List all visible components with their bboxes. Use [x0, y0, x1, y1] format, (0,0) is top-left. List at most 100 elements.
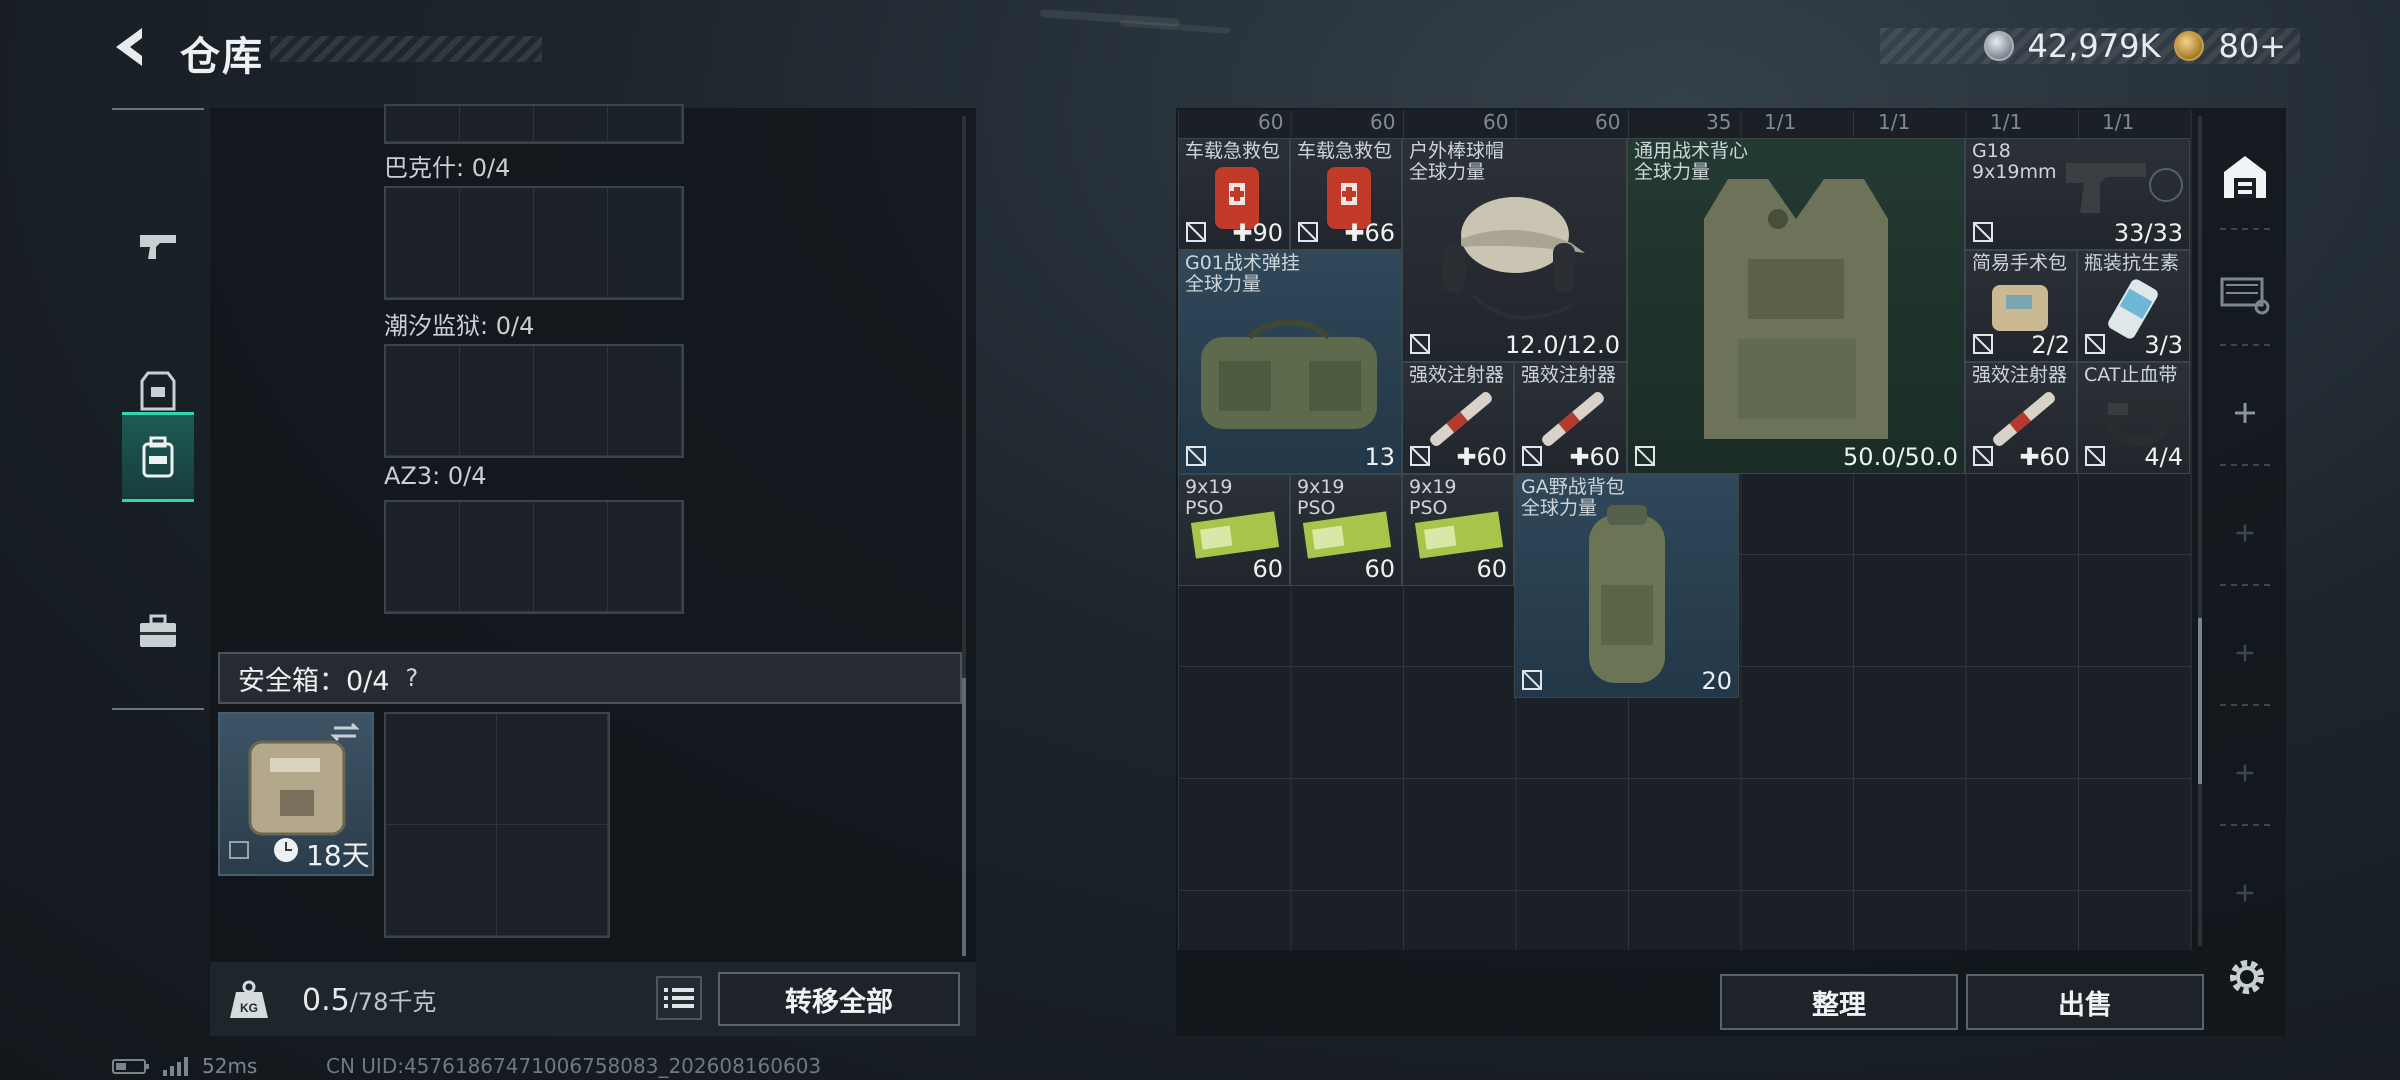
stash-item-firstaid[interactable]: 车载急救包 ✚90: [1178, 138, 1290, 250]
stash-item-antibiotic[interactable]: 瓶装抗生素 3/3: [2077, 250, 2190, 362]
plus-icon: [2235, 403, 2255, 423]
no-sell-icon: [2085, 446, 2105, 466]
weight-value: 0.5/78千克: [302, 982, 436, 1018]
duffel-bag-icon: [1201, 319, 1377, 429]
add-storage-tab[interactable]: [2210, 718, 2280, 828]
item-count: ✚60: [2019, 443, 2070, 471]
stash-item-surgkit[interactable]: 简易手术包 2/2: [1965, 250, 2077, 362]
backpack-icon: [142, 436, 174, 478]
add-storage-tab[interactable]: [2210, 838, 2280, 948]
stash-item-cap[interactable]: 户外棒球帽 全球力量 12.0/12.0: [1402, 138, 1627, 362]
item-count: ✚60: [1456, 443, 1507, 471]
gold-currency-value: 80+: [2218, 27, 2286, 65]
nav-backpack[interactable]: [122, 412, 194, 502]
page-title: 仓库: [180, 34, 264, 80]
title-stripe: [270, 36, 542, 62]
add-storage-tab[interactable]: [2210, 478, 2280, 588]
silver-coin-icon: [1983, 31, 2014, 61]
transfer-all-button[interactable]: 转移全部: [718, 972, 960, 1026]
stash-item-tourniquet[interactable]: CAT止血带 4/4: [2077, 362, 2190, 474]
plus-icon: [2236, 524, 2254, 542]
zone-label: 巴克什: 0/4: [384, 154, 511, 182]
item-count: ✚90: [1232, 219, 1283, 247]
right-panel: 60 60 60 60 35 1/1 1/1 1/1 1/1 车载急救包 ✚90…: [1176, 108, 2286, 1036]
settings-button[interactable]: [2224, 954, 2270, 1000]
stash-item-ammo[interactable]: 9x19 PSO 60: [1178, 474, 1290, 586]
no-sell-icon: [1635, 446, 1655, 466]
gold-coin-icon: [2174, 31, 2205, 61]
list-view-button[interactable]: [656, 976, 702, 1020]
item-count: 50.0/50.0: [1843, 443, 1958, 471]
stash-item-backpack[interactable]: GA野战背包 全球力量 20: [1514, 474, 1739, 698]
help-icon[interactable]: ?: [405, 664, 418, 692]
tab-divider: [2220, 704, 2270, 706]
zone-grid[interactable]: [384, 344, 684, 458]
sort-button[interactable]: 整理: [1720, 974, 1958, 1030]
safe-box-grid[interactable]: [384, 712, 610, 938]
back-button[interactable]: [108, 22, 154, 72]
item-count: 13: [1364, 443, 1395, 471]
top-strip-count: 60: [1370, 110, 1396, 134]
item-count: ✚66: [1344, 219, 1395, 247]
item-count: 60: [1476, 555, 1507, 583]
vest-icon: [140, 371, 176, 411]
zone-grid[interactable]: [384, 186, 684, 300]
no-sell-icon: [1973, 334, 1993, 354]
no-sell-icon: [1522, 446, 1542, 466]
prev-zone-grid[interactable]: [384, 104, 684, 144]
top-strip-count: 1/1: [1878, 110, 1911, 134]
tab-divider: [2220, 464, 2270, 466]
stash-item-ammo[interactable]: 9x19 PSO 60: [1290, 474, 1402, 586]
add-storage-tab[interactable]: [2210, 358, 2280, 468]
left-scroll-thumb[interactable]: [962, 678, 966, 956]
nav-divider: [112, 708, 204, 710]
zone-grid[interactable]: [384, 500, 684, 614]
nav-briefcase[interactable]: [122, 586, 194, 676]
item-count: 4/4: [2144, 443, 2183, 471]
stash-item-ammo[interactable]: 9x19 PSO 60: [1402, 474, 1514, 586]
no-sell-icon: [1186, 446, 1206, 466]
nav-weapons[interactable]: [122, 202, 194, 292]
pistol-icon: [140, 235, 176, 259]
safe-box-timer: 18天: [306, 839, 370, 872]
top-strip-count: 1/1: [2102, 110, 2135, 134]
no-sell-icon: [1973, 446, 1993, 466]
stash-item-firstaid[interactable]: 车载急救包 ✚66: [1290, 138, 1402, 250]
latency-value: 52ms: [202, 1054, 258, 1078]
back-arrow-icon: [116, 28, 142, 66]
zone-label: 潮汐监狱: 0/4: [384, 312, 535, 340]
storage-tab-main[interactable]: [2210, 122, 2280, 232]
weight-max: /78千克: [349, 988, 437, 1016]
add-storage-tab[interactable]: [2210, 598, 2280, 708]
stash-scroll-thumb[interactable]: [2198, 618, 2202, 784]
kg-weight-icon: KG: [230, 980, 268, 1018]
stash-item-injector[interactable]: 强效注射器 ✚60: [1965, 362, 2077, 474]
stash-item-chestrig[interactable]: G01战术弹挂 全球力量 13: [1178, 250, 1402, 474]
no-sell-icon: [1186, 222, 1206, 242]
zone-label: AZ3: 0/4: [384, 462, 487, 490]
weight-current: 0.5: [302, 983, 350, 1018]
stash-scrollbar[interactable]: [2198, 116, 2202, 946]
battery-icon: [112, 1059, 149, 1074]
stash-item-injector[interactable]: 强效注射器 ✚60: [1402, 362, 1514, 474]
weight-bar: KG 0.5/78千克 转移全部: [210, 962, 976, 1036]
sell-button[interactable]: 出售: [1966, 974, 2204, 1030]
safe-box-label: 安全箱：0/4: [238, 665, 390, 697]
left-panel: 巴克什: 0/4 潮汐监狱: 0/4 AZ3: 0/4 安全箱：0/4 ? 18…: [210, 104, 976, 1036]
tactical-vest-icon: [1704, 179, 1888, 439]
user-uid: CN UID:457618674710067580​83_20260816060…: [326, 1054, 822, 1078]
storage-tab-secondary[interactable]: [2210, 238, 2280, 348]
top-strip-count: 1/1: [1990, 110, 2023, 134]
top-strip-count: 60: [1258, 110, 1284, 134]
item-count: 33/33: [2113, 219, 2183, 247]
stash-item-injector[interactable]: 强效注射器 ✚60: [1514, 362, 1627, 474]
svg-text:KG: KG: [240, 1001, 258, 1015]
stash-item-pistol[interactable]: G18 9x19mm 33/33: [1965, 138, 2190, 250]
safe-box-item[interactable]: 18天: [218, 712, 374, 876]
stash-grid[interactable]: 60 60 60 60 35 1/1 1/1 1/1 1/1 车载急救包 ✚90…: [1178, 110, 2192, 950]
nav-divider: [112, 108, 204, 110]
side-nav: [112, 108, 204, 712]
truck-storage-icon: [2220, 277, 2270, 315]
no-sell-icon: [2085, 334, 2105, 354]
stash-item-vest[interactable]: 通用战术背心 全球力量 50.0/50.0: [1627, 138, 1965, 474]
